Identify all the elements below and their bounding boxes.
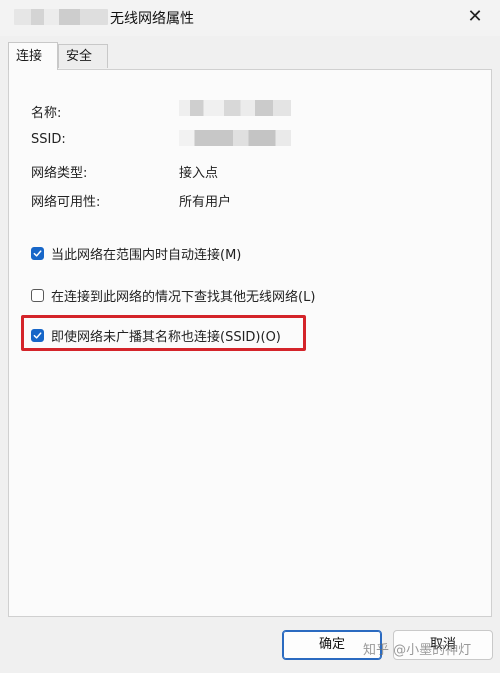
close-icon: ✕ [467,6,483,27]
connection-panel: 名称: SSID: 网络类型: 接入点 网络可用性: 所有用户 当此网络在范围内… [8,69,492,617]
checkbox-checked-icon [31,247,44,260]
blurred-ssid-value [179,130,291,146]
ssid-label: SSID: [31,132,66,147]
connect-hidden-ssid-checkbox[interactable]: 即使网络未广播其名称也连接(SSID)(O) [31,326,281,345]
look-for-other-networks-label: 在连接到此网络的情况下查找其他无线网络(L) [51,290,316,305]
name-label: 名称: [31,106,62,121]
auto-connect-label: 当此网络在范围内时自动连接(M) [51,248,242,263]
network-type-value: 接入点 [179,166,219,181]
network-type-label: 网络类型: [31,166,88,181]
availability-label: 网络可用性: [31,195,101,210]
tab-connection[interactable]: 连接 [8,42,58,70]
close-button[interactable]: ✕ [458,3,492,31]
availability-value: 所有用户 [179,195,232,210]
blurred-name-value [179,100,291,116]
window-title: 无线网络属性 [110,11,194,27]
checkbox-checked-icon [31,329,44,342]
watermark: 知乎 @小墨的神灯 [363,643,472,658]
connect-hidden-ssid-label: 即使网络未广播其名称也连接(SSID)(O) [51,330,281,345]
checkbox-unchecked-icon [31,289,44,302]
auto-connect-checkbox[interactable]: 当此网络在范围内时自动连接(M) [31,244,241,263]
tab-security[interactable]: 安全 [58,44,108,68]
blurred-network-name [14,9,108,25]
look-for-other-networks-checkbox[interactable]: 在连接到此网络的情况下查找其他无线网络(L) [31,286,315,305]
title-bar: 无线网络属性 ✕ [0,0,500,36]
